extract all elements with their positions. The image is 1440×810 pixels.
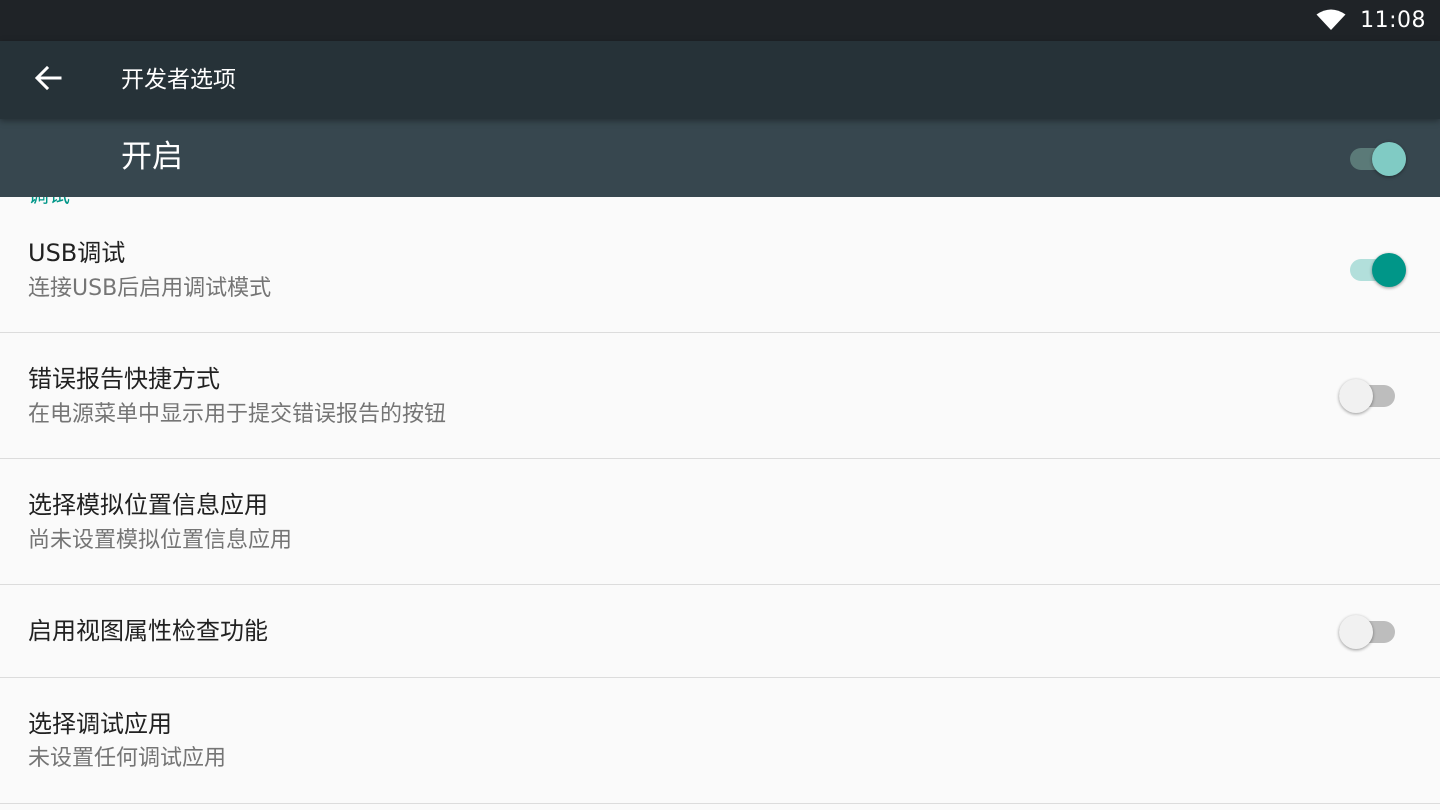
setting-title: 选择模拟位置信息应用 [28,491,268,519]
master-switch-label: 开启 [121,139,183,175]
status-bar: 11:08 [0,0,1440,41]
setting-debug-app[interactable]: 选择调试应用 未设置任何调试应用 [0,678,1440,804]
setting-summary: 未设置任何调试应用 [28,746,227,771]
setting-usb-debugging[interactable]: USB调试 连接USB后启用调试模式 [0,197,1440,333]
switch-thumb [1339,615,1373,649]
view-attribute-inspection-switch[interactable] [1339,609,1397,649]
switch-thumb [1372,142,1406,176]
page-title: 开发者选项 [121,67,236,93]
settings-list: 调试 USB调试 连接USB后启用调试模式 错误报告快捷方式 在电源菜单中显示用… [0,197,1440,810]
setting-title: 错误报告快捷方式 [28,365,220,393]
setting-mock-location-app[interactable]: 选择模拟位置信息应用 尚未设置模拟位置信息应用 [0,459,1440,585]
back-button[interactable] [24,58,72,102]
status-time: 11:08 [1360,8,1426,33]
setting-summary: 连接USB后启用调试模式 [28,276,272,301]
wifi-icon [1316,9,1346,35]
setting-title: 启用视图属性检查功能 [28,617,268,645]
bugreport-shortcut-switch[interactable] [1339,373,1397,413]
setting-summary: 尚未设置模拟位置信息应用 [28,528,293,553]
switch-thumb [1372,253,1406,287]
setting-summary: 在电源菜单中显示用于提交错误报告的按钮 [28,402,447,427]
setting-title: 选择调试应用 [28,710,172,738]
setting-view-attribute-inspection[interactable]: 启用视图属性检查功能 [0,585,1440,678]
app-bar: 开发者选项 [0,41,1440,119]
arrow-back-icon [34,65,62,95]
setting-title: USB调试 [28,239,126,267]
setting-bugreport-shortcut[interactable]: 错误报告快捷方式 在电源菜单中显示用于提交错误报告的按钮 [0,333,1440,459]
switch-thumb [1339,379,1373,413]
master-switch-toggle[interactable] [1350,136,1408,176]
usb-debugging-switch[interactable] [1350,247,1408,287]
master-switch-bar[interactable]: 开启 [0,119,1440,197]
